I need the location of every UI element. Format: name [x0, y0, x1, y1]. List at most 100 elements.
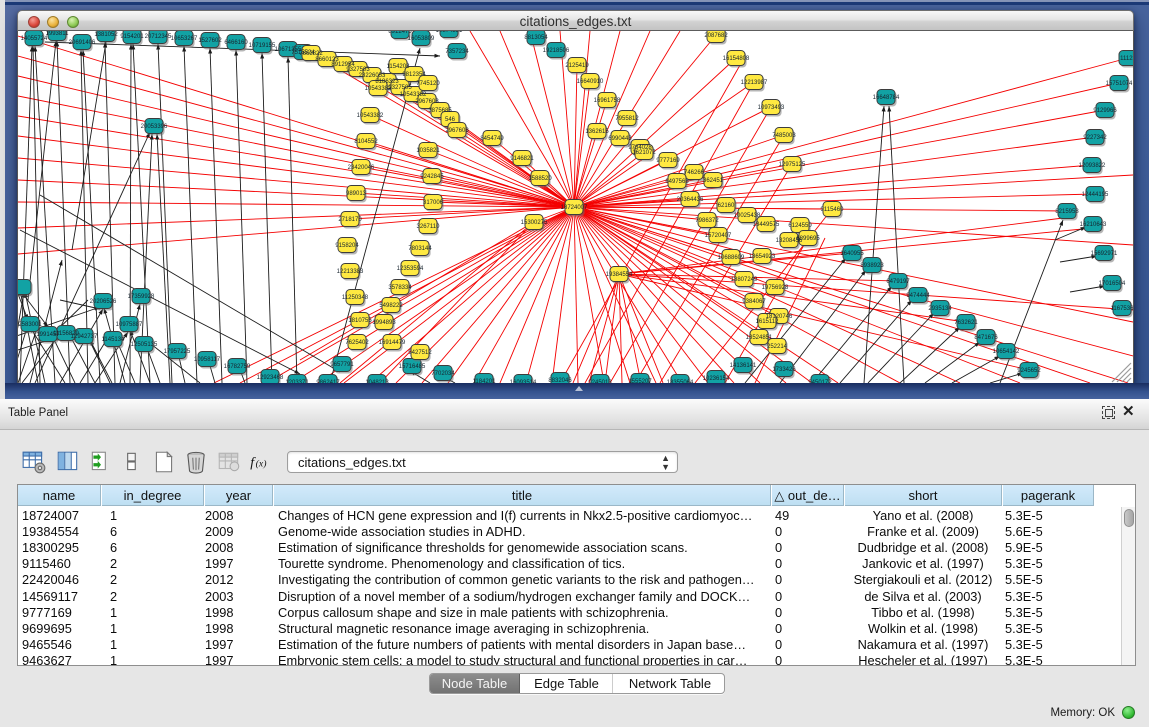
- svg-text:7632621: 7632621: [954, 320, 978, 326]
- svg-text:1203371: 1203371: [285, 380, 309, 386]
- svg-text:1615112: 1615112: [756, 319, 780, 325]
- svg-text:16648784: 16648784: [873, 95, 900, 101]
- svg-text:15692971: 15692971: [1091, 251, 1118, 257]
- svg-text:3267110: 3267110: [417, 224, 441, 230]
- svg-text:15720407: 15720407: [705, 233, 732, 239]
- svg-text:15716485: 15716485: [399, 364, 426, 370]
- svg-text:9245652: 9245652: [1017, 368, 1041, 374]
- svg-text:2583001: 2583001: [18, 322, 42, 328]
- svg-text:362451: 362451: [703, 178, 724, 184]
- svg-text:9862417: 9862417: [316, 380, 340, 386]
- svg-text:9812354: 9812354: [402, 72, 426, 78]
- svg-text:10958117: 10958117: [194, 357, 221, 363]
- svg-text:23420046: 23420046: [348, 165, 375, 171]
- svg-text:6466160: 6466160: [224, 40, 248, 46]
- svg-text:1145134: 1145134: [102, 337, 126, 343]
- svg-text:6990443: 6990443: [608, 136, 632, 142]
- svg-text:7803144: 7803144: [408, 246, 432, 252]
- svg-text:16154808: 16154808: [723, 56, 750, 62]
- svg-text:1527602: 1527602: [198, 38, 222, 44]
- svg-text:8813054: 8813054: [524, 35, 548, 41]
- svg-text:17359928: 17359928: [128, 294, 155, 300]
- svg-text:1184201: 1184201: [473, 379, 497, 385]
- svg-text:7625402: 7625402: [345, 340, 369, 346]
- svg-text:10654142: 10654142: [993, 349, 1020, 355]
- svg-text:20712345: 20712345: [145, 34, 172, 40]
- svg-text:10025438: 10025438: [734, 213, 761, 219]
- svg-text:12942737: 12942737: [71, 334, 98, 340]
- svg-text:14136141: 14136141: [730, 363, 757, 369]
- svg-text:10543382: 10543382: [357, 113, 384, 119]
- svg-text:1362615: 1362615: [585, 129, 609, 135]
- svg-text:12975125: 12975125: [779, 162, 806, 168]
- svg-text:2967608: 2967608: [415, 99, 439, 105]
- svg-text:16210643: 16210643: [1080, 222, 1107, 228]
- svg-text:15751074: 15751074: [1106, 81, 1133, 87]
- svg-text:13654923: 13654923: [749, 254, 776, 260]
- svg-text:17957225: 17957225: [164, 349, 191, 355]
- svg-text:8912475: 8912475: [388, 29, 412, 35]
- svg-text:10543382: 10543382: [400, 92, 427, 98]
- svg-text:20053396: 20053396: [141, 124, 168, 130]
- svg-text:6899695: 6899695: [796, 236, 820, 242]
- svg-text:16093514: 16093514: [510, 380, 537, 386]
- svg-text:16961758: 16961758: [594, 98, 621, 104]
- svg-text:19384554: 19384554: [606, 272, 633, 278]
- svg-text:1733426: 1733426: [772, 367, 796, 373]
- svg-text:1810755: 1810755: [348, 318, 372, 324]
- svg-text:20206526: 20206526: [90, 299, 117, 305]
- svg-text:9158204: 9158204: [335, 243, 359, 249]
- svg-text:9777169: 9777169: [656, 158, 680, 164]
- svg-text:8215958: 8215958: [1055, 209, 1079, 215]
- svg-text:1154208: 1154208: [387, 64, 411, 70]
- svg-text:10973493: 10973493: [758, 105, 785, 111]
- svg-text:5498222: 5498222: [379, 303, 403, 309]
- svg-text:2087682: 2087682: [704, 33, 728, 39]
- svg-text:989013: 989013: [346, 191, 367, 197]
- svg-text:11123: 11123: [1120, 56, 1136, 62]
- svg-text:7485003: 7485003: [772, 133, 796, 139]
- svg-text:1621072: 1621072: [632, 150, 656, 156]
- svg-text:10688609: 10688609: [718, 255, 745, 261]
- svg-text:8938923: 8938923: [860, 263, 884, 269]
- svg-text:19756928: 19756928: [762, 285, 789, 291]
- svg-text:2718170: 2718170: [338, 217, 362, 223]
- svg-text:2967608: 2967608: [445, 128, 469, 134]
- svg-text:9154201: 9154201: [120, 34, 144, 40]
- svg-text:7745120: 7745120: [416, 81, 440, 87]
- svg-text:1048213: 1048213: [365, 380, 389, 386]
- svg-text:62160: 62160: [718, 203, 735, 209]
- svg-text:746266: 746266: [684, 170, 705, 176]
- svg-text:12093822: 12093822: [1079, 163, 1106, 169]
- svg-text:10719155: 10719155: [249, 43, 276, 49]
- svg-text:18355064: 18355064: [667, 380, 694, 386]
- svg-text:1381052: 1381052: [94, 32, 118, 38]
- svg-text:16640910: 16640910: [577, 79, 604, 85]
- svg-text:11250348: 11250348: [342, 295, 369, 301]
- svg-text:10975887: 10975887: [116, 322, 143, 328]
- svg-text:9384067: 9384067: [742, 299, 766, 305]
- svg-text:15300275: 15300275: [521, 220, 548, 226]
- svg-text:8454749: 8454749: [480, 136, 504, 142]
- svg-text:10543382: 10543382: [365, 86, 392, 92]
- svg-text:1993811: 1993811: [46, 31, 70, 37]
- svg-text:9115460: 9115460: [821, 207, 845, 213]
- svg-text:1588520: 1588520: [528, 176, 552, 182]
- svg-text:13449575: 13449575: [753, 222, 780, 228]
- svg-text:12353594: 12353594: [397, 266, 424, 272]
- svg-text:9427512: 9427512: [408, 350, 432, 356]
- svg-text:8104552: 8104552: [354, 139, 378, 145]
- svg-text:12923468: 12923468: [257, 375, 284, 381]
- svg-text:9146821: 9146821: [510, 156, 534, 162]
- svg-text:6124550: 6124550: [788, 223, 812, 229]
- svg-text:7357234: 7357234: [445, 49, 469, 55]
- svg-text:7702034: 7702034: [431, 371, 455, 377]
- svg-text:12213987: 12213987: [741, 80, 768, 86]
- svg-text:19218506: 19218506: [543, 48, 570, 54]
- svg-text:3578334: 3578334: [388, 285, 412, 291]
- svg-text:10874551: 10874551: [436, 28, 463, 34]
- svg-text:12444195: 12444195: [1082, 192, 1109, 198]
- svg-text:14055724: 14055724: [21, 36, 48, 42]
- svg-text:17016504: 17016504: [1099, 281, 1126, 287]
- svg-text:20691406: 20691406: [69, 40, 96, 46]
